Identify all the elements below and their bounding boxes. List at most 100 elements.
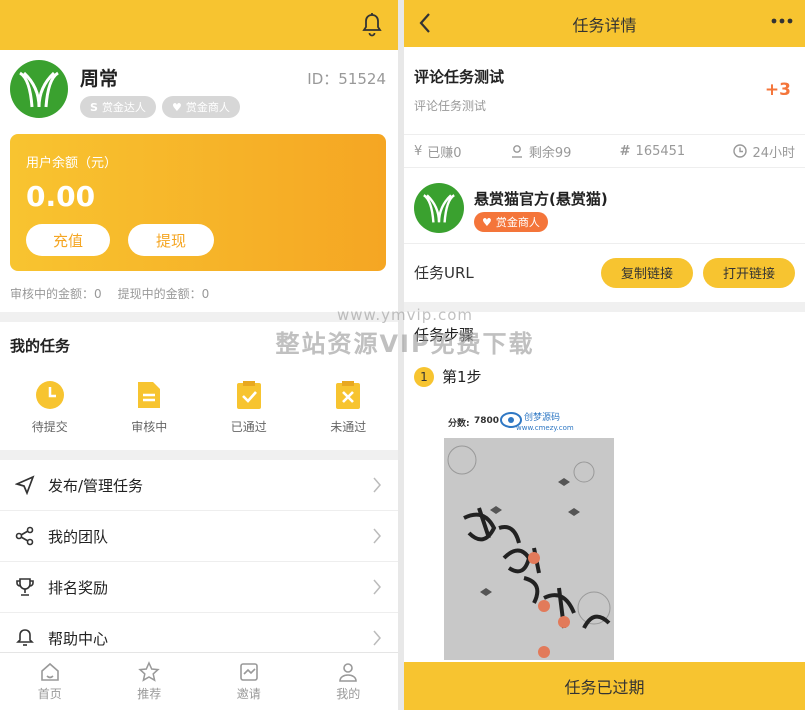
task-approved[interactable]: 已通过 bbox=[199, 372, 299, 448]
tab-label: 推荐 bbox=[137, 687, 162, 701]
task-subtitle: 评论任务测试 bbox=[414, 99, 487, 113]
task-url-row: 任务URL 复制链接 打开链接 bbox=[404, 243, 805, 301]
logo-icon bbox=[19, 71, 59, 108]
menu-item-ranking-rewards[interactable]: 排名奖励 bbox=[0, 562, 398, 613]
chevron-right-icon bbox=[373, 630, 381, 646]
chevron-right-icon bbox=[373, 528, 381, 544]
document-icon bbox=[134, 380, 164, 410]
profile-header bbox=[0, 0, 398, 50]
stat-label: 剩余99 bbox=[528, 145, 572, 161]
brand-site: www.cmezy.com bbox=[516, 424, 574, 432]
open-link-button[interactable]: 打开链接 bbox=[703, 257, 795, 288]
withdraw-amount: 提现中的金额：0 bbox=[117, 287, 210, 301]
game-scene-image bbox=[447, 445, 611, 658]
publisher-name: 悬赏猫官方(悬赏猫) bbox=[474, 190, 608, 208]
divider bbox=[404, 302, 805, 312]
s-icon: S bbox=[90, 100, 98, 114]
menu-label: 发布/管理任务 bbox=[48, 476, 144, 495]
person-icon bbox=[511, 145, 522, 158]
profile-card: 周常 ID：51524 S 赏金达人 ♥ 赏金商人 bbox=[0, 50, 398, 130]
badge-bounty-merchant: ♥ 赏金商人 bbox=[162, 96, 240, 118]
copy-link-button[interactable]: 复制链接 bbox=[601, 257, 693, 288]
menu-list: 发布/管理任务 我的团队 排名奖励 帮助中心 bbox=[0, 460, 398, 664]
review-amount: 审核中的金额：0 bbox=[10, 287, 102, 301]
bottom-tab-bar: 首页 推荐 邀请 我的 bbox=[0, 652, 398, 710]
score-value: 7800 bbox=[474, 416, 500, 426]
task-rejected[interactable]: 未通过 bbox=[299, 372, 399, 448]
avatar[interactable] bbox=[10, 60, 68, 118]
profile-screen: 周常 ID：51524 S 赏金达人 ♥ 赏金商人 用户余额（元） 0.00 充… bbox=[0, 0, 398, 710]
pending-amounts: 审核中的金额：0 提现中的金额：0 bbox=[10, 285, 209, 302]
recharge-button[interactable]: 充值 bbox=[26, 224, 110, 256]
user-name: 周常 bbox=[80, 68, 119, 90]
tab-label: 我的 bbox=[336, 687, 361, 701]
heart-icon: ♥ bbox=[172, 100, 182, 114]
step-screenshot[interactable]: 分数: 7800 创梦源码 www.cmezy.com bbox=[444, 404, 614, 660]
logo-icon bbox=[423, 194, 455, 223]
step-number: 1 bbox=[414, 366, 434, 387]
task-under-review[interactable]: 审核中 bbox=[100, 372, 200, 448]
hash-icon: # bbox=[619, 143, 631, 159]
task-status-row: 待提交 审核中 已通过 未通过 bbox=[0, 372, 398, 448]
chevron-right-icon bbox=[373, 477, 381, 493]
step-1: 1 第1步 bbox=[414, 366, 482, 387]
trophy-icon bbox=[14, 576, 36, 598]
chevron-right-icon bbox=[373, 579, 381, 595]
back-arrow-icon[interactable] bbox=[418, 12, 432, 34]
user-icon bbox=[339, 663, 358, 682]
stat-time-limit: 24小时 bbox=[733, 142, 795, 161]
menu-item-my-team[interactable]: 我的团队 bbox=[0, 511, 398, 562]
stat-label: 24小时 bbox=[752, 145, 795, 161]
task-stats: ¥ 已赚0 剩余99 # 165451 24小时 bbox=[404, 134, 805, 168]
brand-name: 创梦源码 bbox=[524, 413, 561, 423]
badge-bounty-expert: S 赏金达人 bbox=[80, 96, 156, 118]
step-label: 第1步 bbox=[442, 368, 482, 386]
invite-icon bbox=[239, 663, 258, 681]
send-icon bbox=[14, 474, 36, 496]
tab-recommend[interactable]: 推荐 bbox=[100, 653, 200, 710]
task-status-label: 待提交 bbox=[31, 420, 68, 434]
page-title: 任务详情 bbox=[572, 15, 637, 35]
star-icon bbox=[138, 661, 161, 682]
more-options-icon[interactable] bbox=[771, 18, 793, 24]
task-reward: +3 bbox=[764, 80, 791, 100]
stat-label: 已赚0 bbox=[427, 145, 462, 161]
balance-value: 0.00 bbox=[26, 180, 96, 213]
divider bbox=[0, 450, 398, 460]
publisher-badge: ♥ 赏金商人 bbox=[474, 212, 548, 232]
my-tasks-title: 我的任务 bbox=[10, 337, 71, 355]
task-url-label: 任务URL bbox=[414, 264, 474, 282]
tab-home[interactable]: 首页 bbox=[0, 653, 100, 710]
user-id: ID：51524 bbox=[307, 70, 386, 88]
publisher-avatar[interactable] bbox=[414, 183, 464, 233]
share-icon bbox=[14, 525, 36, 547]
tab-label: 邀请 bbox=[236, 687, 261, 701]
tab-label: 首页 bbox=[37, 687, 62, 701]
notification-bell-icon[interactable] bbox=[360, 12, 384, 38]
x-clipboard-icon bbox=[333, 380, 363, 410]
screenshot-header: 分数: 7800 创梦源码 www.cmezy.com bbox=[444, 404, 614, 438]
task-pending-submit[interactable]: 待提交 bbox=[0, 372, 100, 448]
balance-label: 用户余额（元） bbox=[26, 156, 118, 171]
withdraw-button[interactable]: 提现 bbox=[128, 224, 214, 256]
divider bbox=[0, 312, 398, 322]
tab-invite[interactable]: 邀请 bbox=[199, 653, 299, 710]
heart-icon: ♥ bbox=[482, 215, 492, 229]
task-status-label: 审核中 bbox=[131, 420, 168, 434]
menu-label: 帮助中心 bbox=[48, 629, 109, 648]
task-title: 评论任务测试 bbox=[414, 68, 505, 86]
task-detail-header: 任务详情 bbox=[404, 0, 805, 47]
check-clipboard-icon bbox=[234, 380, 264, 410]
menu-label: 排名奖励 bbox=[48, 578, 109, 597]
clock-icon bbox=[35, 380, 65, 410]
stat-remaining: 剩余99 bbox=[510, 142, 572, 161]
task-status-label: 已通过 bbox=[230, 420, 267, 434]
tab-mine[interactable]: 我的 bbox=[299, 653, 399, 710]
task-detail-screen: 任务详情 评论任务测试 评论任务测试 +3 ¥ 已赚0 剩余99 # 16545… bbox=[404, 0, 805, 710]
clock-icon bbox=[733, 144, 748, 158]
stat-earned: ¥ 已赚0 bbox=[414, 142, 462, 161]
home-icon bbox=[40, 662, 59, 681]
menu-item-publish-tasks[interactable]: 发布/管理任务 bbox=[0, 460, 398, 511]
badge-label: 赏金商人 bbox=[495, 216, 540, 229]
badge-label: 赏金达人 bbox=[101, 101, 146, 114]
